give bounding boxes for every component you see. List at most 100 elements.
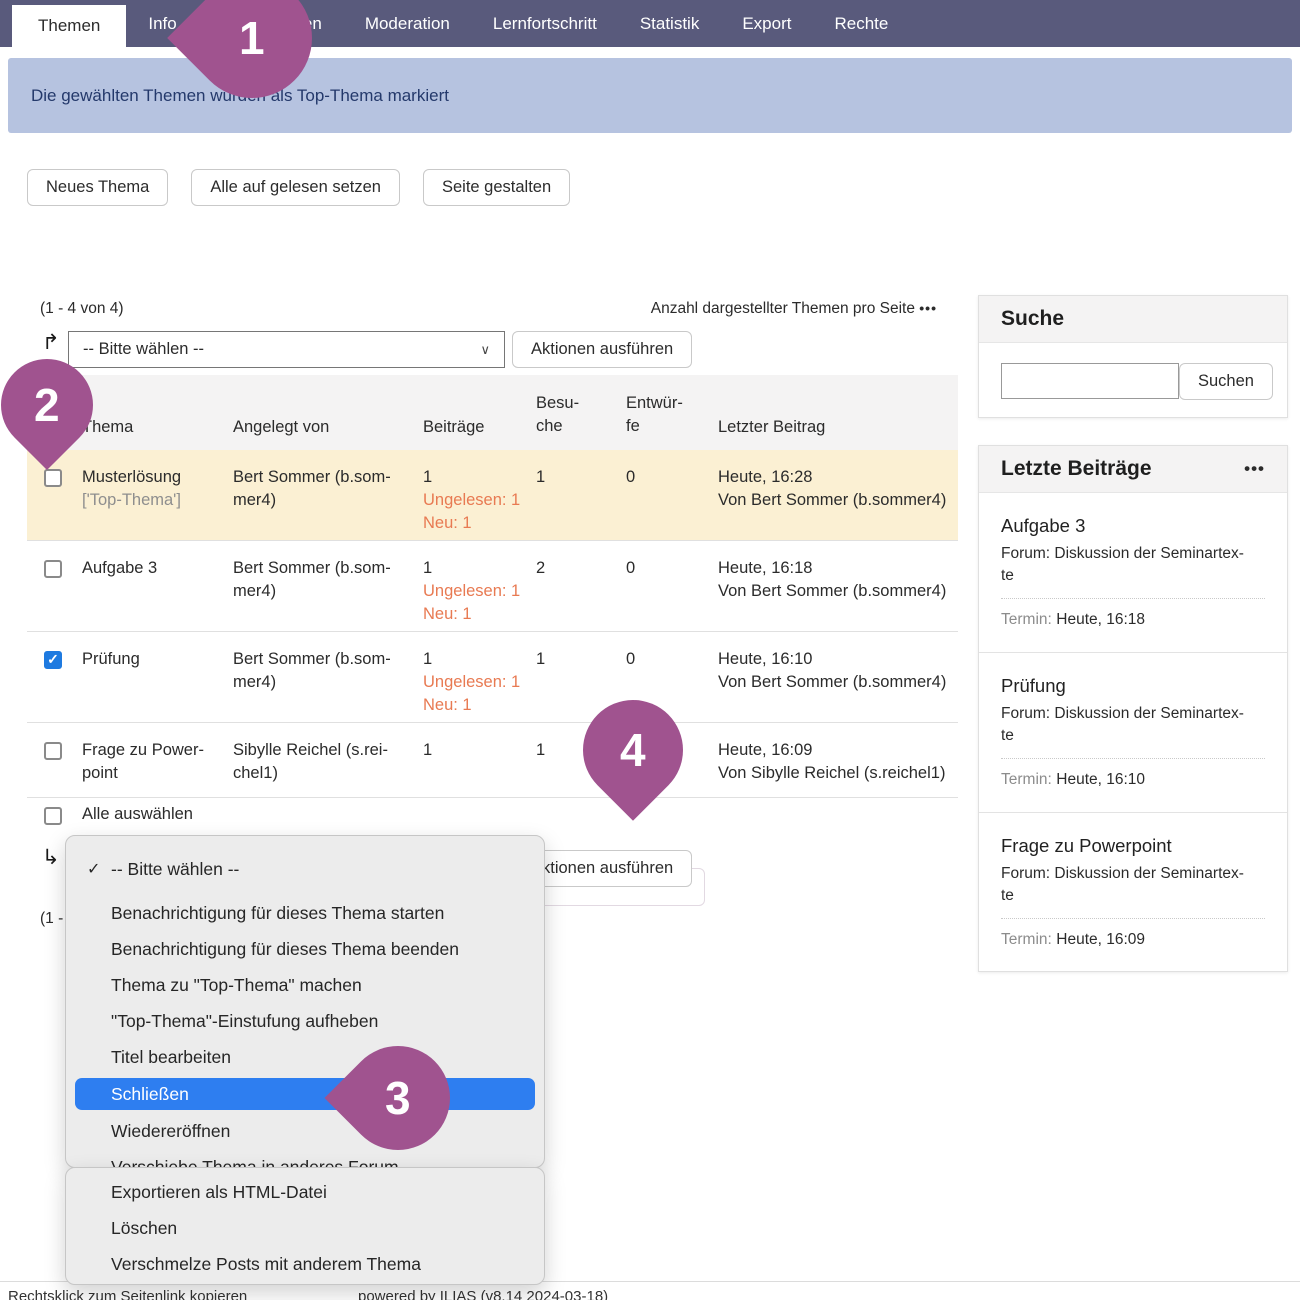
tab-lernfortschritt[interactable]: Lernfortschritt <box>493 0 597 47</box>
col-header-beitraege[interactable]: Beiträge <box>423 418 536 437</box>
menu-item-schliessen-highlighted[interactable]: Schließen <box>75 1078 535 1110</box>
search-panel-title: Suche <box>1001 307 1064 331</box>
recent-post-forum: Forum: Diskussion der Seminartex- te <box>1001 543 1265 588</box>
apply-to-selection-top-icon: ↱ <box>42 330 60 355</box>
select-all-checkbox[interactable] <box>44 807 62 825</box>
apply-to-selection-bottom-icon: ↳ <box>42 845 60 870</box>
recent-post-forum: Forum: Diskussion der Seminartex- te <box>1001 863 1265 908</box>
col-header-angelegt-von[interactable]: Angelegt von <box>233 418 423 437</box>
menu-item-label: Benachrichtigung für dieses Thema beende… <box>111 939 459 960</box>
tab-export[interactable]: Export <box>742 0 791 47</box>
recent-post-title[interactable]: Prüfung <box>1001 675 1265 697</box>
per-page-menu-icon[interactable]: ••• <box>919 300 937 316</box>
new-topic-button[interactable]: Neues Thema <box>27 169 168 206</box>
drafts-cell: 0 <box>626 557 718 631</box>
creator-cell: Bert Sommer (b.som- mer4) <box>233 648 423 722</box>
action-select-top-value: -- Bitte wählen -- <box>83 340 204 359</box>
menu-item-make-top-topic[interactable]: Thema zu "Top-Thema" machen <box>66 967 544 1003</box>
recent-posts-title: Letzte Beiträge <box>1001 457 1152 481</box>
col-header-thema[interactable]: Thema <box>82 418 233 437</box>
recent-post-title[interactable]: Aufgabe 3 <box>1001 515 1265 537</box>
unread-info: Ungelesen: 1 Neu: 1 <box>423 489 536 535</box>
menu-item-notify-start[interactable]: Benachrichtigung für dieses Thema starte… <box>66 895 544 931</box>
checkmark-icon: ✓ <box>87 859 100 879</box>
menu-item-reopen[interactable]: Wiedereröffnen <box>66 1113 544 1149</box>
menu-item-delete[interactable]: Löschen <box>66 1210 544 1246</box>
table-row: Frage zu Power- point Sibylle Reichel (s… <box>27 723 958 798</box>
row-checkbox-checked[interactable]: ✓ <box>44 651 62 669</box>
menu-item-label: Benachrichtigung für dieses Thema starte… <box>111 903 444 924</box>
tab-rechte[interactable]: Rechte <box>834 0 888 47</box>
termin-value: Heute, 16:18 <box>1056 611 1145 628</box>
annotation-number: 4 <box>620 723 646 777</box>
topic-link[interactable]: Aufgabe 3 <box>82 559 157 577</box>
search-button[interactable]: Suchen <box>1179 363 1273 400</box>
dotted-divider <box>1001 918 1265 919</box>
menu-item-remove-top-topic[interactable]: "Top-Thema"-Einstufung aufheben <box>66 1003 544 1039</box>
dotted-divider <box>1001 598 1265 599</box>
menu-item-label: Exportieren als HTML-Datei <box>111 1182 327 1203</box>
menu-item-merge-posts[interactable]: Verschmelze Posts mit anderem Thema <box>66 1246 544 1282</box>
col-header-besuche[interactable]: Besu-che <box>536 392 600 437</box>
drafts-cell: 0 <box>626 466 718 540</box>
menu-item-edit-title[interactable]: Titel bearbeiten <box>66 1039 544 1075</box>
recent-post-title[interactable]: Frage zu Powerpoint <box>1001 835 1265 857</box>
menu-item-notify-stop[interactable]: Benachrichtigung für dieses Thema beende… <box>66 931 544 967</box>
search-input[interactable] <box>1001 363 1179 399</box>
termin-label: Termin: <box>1001 771 1052 788</box>
menu-item-bitte-waehlen[interactable]: ✓ -- Bitte wählen -- <box>66 851 544 887</box>
posts-count: 1 <box>423 739 536 762</box>
last-post-cell: Heute, 16:10 Von Bert Sommer (b.sommer4) <box>718 648 958 722</box>
execute-actions-button-top[interactable]: Aktionen ausführen <box>512 331 692 368</box>
last-post-cell: Heute, 16:28 Von Bert Sommer (b.sommer4) <box>718 466 958 540</box>
recent-post-entry: Frage zu Powerpoint Forum: Diskussion de… <box>979 813 1287 973</box>
col-header-entwuerfe[interactable]: Entwür-fe <box>626 392 690 437</box>
topic-link[interactable]: Frage zu Power- point <box>82 741 204 782</box>
creator-cell: Bert Sommer (b.som- mer4) <box>233 466 423 540</box>
chevron-down-icon: ∨ <box>480 342 490 358</box>
posts-count: 1 <box>423 466 536 489</box>
topics-table: Thema Angelegt von Beiträge Besu-che Ent… <box>27 375 958 798</box>
menu-item-label: Wiedereröffnen <box>111 1121 230 1142</box>
visits-cell: 2 <box>536 557 626 631</box>
tab-moderation[interactable]: Moderation <box>365 0 450 47</box>
creator-cell: Bert Sommer (b.som- mer4) <box>233 557 423 631</box>
posts-count: 1 <box>423 557 536 580</box>
search-panel-header: Suche <box>979 296 1287 343</box>
menu-item-export-html[interactable]: Exportieren als HTML-Datei <box>66 1174 544 1210</box>
termin-label: Termin: <box>1001 611 1052 628</box>
termin-value: Heute, 16:09 <box>1056 931 1145 948</box>
topic-link[interactable]: Prüfung <box>82 650 140 668</box>
row-checkbox[interactable] <box>44 742 62 760</box>
topic-link[interactable]: Musterlösung <box>82 468 181 486</box>
design-page-button[interactable]: Seite gestalten <box>423 169 570 206</box>
recent-posts-menu-icon[interactable]: ••• <box>1244 459 1265 479</box>
action-dropdown-menu: ✓ -- Bitte wählen -- Benachrichtigung fü… <box>65 835 545 1168</box>
annotation-number: 2 <box>34 378 60 432</box>
row-checkbox[interactable] <box>44 560 62 578</box>
recent-post-forum: Forum: Diskussion der Seminartex- te <box>1001 703 1265 748</box>
recent-post-entry: Prüfung Forum: Diskussion der Seminartex… <box>979 653 1287 813</box>
tab-themen[interactable]: Themen <box>12 5 126 47</box>
last-post-cell: Heute, 16:09 Von Sibylle Reichel (s.reic… <box>718 739 958 785</box>
last-post-cell: Heute, 16:18 Von Bert Sommer (b.sommer4) <box>718 557 958 631</box>
select-all-label: Alle auswählen <box>82 805 193 824</box>
col-header-letzter-beitrag[interactable]: Letzter Beitrag <box>718 418 958 437</box>
action-dropdown-menu-lower: Exportieren als HTML-Datei Löschen Versc… <box>65 1167 545 1285</box>
menu-item-label: Thema zu "Top-Thema" machen <box>111 975 362 996</box>
table-header-row: Thema Angelegt von Beiträge Besu-che Ent… <box>27 375 958 450</box>
mark-all-read-button[interactable]: Alle auf gelesen setzen <box>191 169 400 206</box>
action-select-top[interactable]: -- Bitte wählen -- ∨ <box>68 331 505 368</box>
row-checkbox[interactable] <box>44 469 62 487</box>
menu-item-move-topic-clipped[interactable]: Verschiebe Thema in anderes Forum <box>66 1149 544 1168</box>
footer-left-text[interactable]: Rechtsklick zum Seitenlink kopieren <box>8 1288 247 1300</box>
visits-cell: 1 <box>536 466 626 540</box>
tab-statistik[interactable]: Statistik <box>640 0 700 47</box>
per-page-control: Anzahl dargestellter Themen pro Seite ••… <box>651 300 937 318</box>
recent-posts-header: Letzte Beiträge ••• <box>979 446 1287 493</box>
recent-posts-panel: Letzte Beiträge ••• Aufgabe 3 Forum: Dis… <box>978 445 1288 972</box>
footer-powered-by[interactable]: powered by ILIAS (v8.14 2024-03-18) <box>358 1288 608 1300</box>
dotted-divider <box>1001 758 1265 759</box>
search-panel-body: Suchen <box>979 343 1287 420</box>
topic-note: ['Top-Thema'] <box>82 489 233 512</box>
